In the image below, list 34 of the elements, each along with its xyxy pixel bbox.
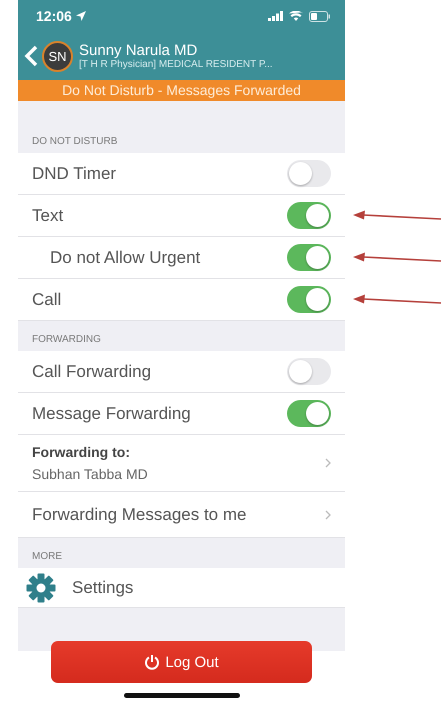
wifi-icon bbox=[289, 11, 303, 21]
back-icon[interactable] bbox=[24, 45, 38, 67]
chevron-icon bbox=[325, 510, 331, 520]
section-header: FORWARDING bbox=[32, 334, 101, 345]
row-label: Call bbox=[32, 290, 62, 310]
section-header: DO NOT DISTURB bbox=[32, 136, 118, 147]
row-label: Message Forwarding bbox=[32, 404, 192, 424]
signal-icon bbox=[268, 11, 284, 21]
status-banner: Do Not Disturb - Messages Forwarded bbox=[18, 80, 345, 101]
toggle-switch[interactable] bbox=[287, 400, 331, 427]
row-label: Forwarding Messages to me bbox=[32, 504, 248, 524]
row-label: Text bbox=[32, 206, 64, 226]
row-label: Settings bbox=[72, 578, 134, 598]
user-role: [T H R Physician] MEDICAL RESIDENT P... bbox=[79, 59, 273, 70]
battery-icon bbox=[309, 10, 331, 22]
avatar: SN bbox=[42, 40, 73, 72]
row-value: Subhan Tabba MD bbox=[32, 466, 149, 482]
row-label: Do not Allow Urgent bbox=[50, 248, 202, 268]
row-label: Call Forwarding bbox=[32, 362, 152, 382]
power-icon bbox=[144, 654, 160, 670]
section-header: MORE bbox=[32, 551, 62, 562]
logout-button[interactable]: Log Out bbox=[51, 641, 312, 683]
toggle-switch[interactable] bbox=[287, 286, 331, 313]
user-name: Sunny Narula MD bbox=[79, 42, 198, 59]
chevron-icon bbox=[325, 458, 331, 468]
row-label: Forwarding to: bbox=[32, 444, 131, 460]
status-time: 12:06 bbox=[36, 8, 72, 24]
toggle-switch[interactable] bbox=[287, 202, 331, 229]
toggle-switch[interactable] bbox=[287, 160, 331, 187]
location-icon bbox=[76, 11, 86, 21]
gear-icon bbox=[26, 572, 56, 602]
row-label: DND Timer bbox=[32, 164, 118, 184]
toggle-switch[interactable] bbox=[287, 358, 331, 385]
toggle-switch[interactable] bbox=[287, 244, 331, 271]
